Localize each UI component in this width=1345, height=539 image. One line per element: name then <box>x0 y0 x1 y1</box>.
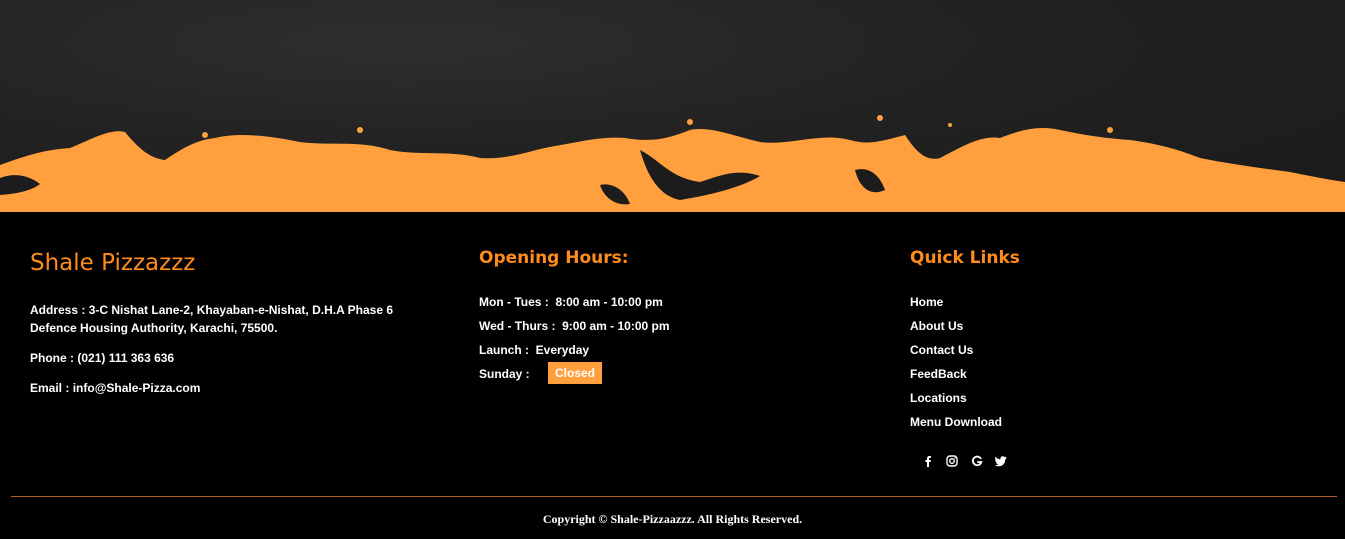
quick-links-title: Quick Links <box>910 248 1020 268</box>
sunday-label: Sunday : <box>479 367 530 381</box>
social-icons <box>920 451 1013 467</box>
paint-splash <box>0 115 1345 212</box>
hours-title: Opening Hours: <box>479 248 629 268</box>
hours-time: Everyday <box>535 343 590 357</box>
hours-time: 9:00 am - 10:00 pm <box>562 319 670 333</box>
copyright-text: Copyright © Shale-Pizzaazzz. All Rights … <box>542 512 803 526</box>
address-label: Address : <box>30 303 86 317</box>
phone-info: Phone : (021) 111 363 636 <box>30 349 174 367</box>
hours-day: Launch : <box>479 343 529 357</box>
email-address[interactable]: info@Shale-Pizza.com <box>73 381 201 395</box>
link-home[interactable]: Home <box>910 293 943 311</box>
hours-row: Wed - Thurs : 9:00 am - 10:00 pm <box>479 316 670 336</box>
email-label: Email : <box>30 381 70 395</box>
hours-day: Wed - Thurs : <box>479 319 556 333</box>
hours-row: Mon - Tues : 8:00 am - 10:00 pm <box>479 292 663 312</box>
link-feedback[interactable]: FeedBack <box>910 365 967 383</box>
page: Shale Pizzazzz Address : 3-C Nishat Lane… <box>0 0 1345 539</box>
google-icon[interactable] <box>969 452 985 468</box>
phone-label: Phone : <box>30 351 74 365</box>
address-line1: 3-C Nishat Lane-2, Khayaban-e-Nishat, D.… <box>88 303 394 317</box>
link-contact-us[interactable]: Contact Us <box>910 341 973 359</box>
hours-time: 8:00 am - 10:00 pm <box>555 295 663 309</box>
email-info: Email : info@Shale-Pizza.com <box>30 379 200 397</box>
facebook-icon[interactable] <box>920 452 936 468</box>
address-line2: Defence Housing Authority, Karachi, 7550… <box>30 321 278 335</box>
chalkboard-banner <box>0 0 1345 212</box>
hours-day: Mon - Tues : <box>479 295 549 309</box>
brand-name: Shale Pizzazzz <box>30 250 196 276</box>
phone-number: (021) 111 363 636 <box>77 351 175 365</box>
site-footer: Shale Pizzazzz Address : 3-C Nishat Lane… <box>0 212 1345 539</box>
link-about-us[interactable]: About Us <box>910 317 963 335</box>
footer-divider <box>11 496 1337 497</box>
address-info: Address : 3-C Nishat Lane-2, Khayaban-e-… <box>30 301 420 337</box>
hours-row-sunday: Sunday : Closed <box>479 362 679 384</box>
closed-badge: Closed <box>548 362 603 384</box>
link-menu-download[interactable]: Menu Download <box>910 413 1002 431</box>
hours-row: Launch : Everyday <box>479 340 589 360</box>
twitter-icon[interactable] <box>993 452 1009 468</box>
link-locations[interactable]: Locations <box>910 389 967 407</box>
instagram-icon[interactable] <box>944 452 960 468</box>
